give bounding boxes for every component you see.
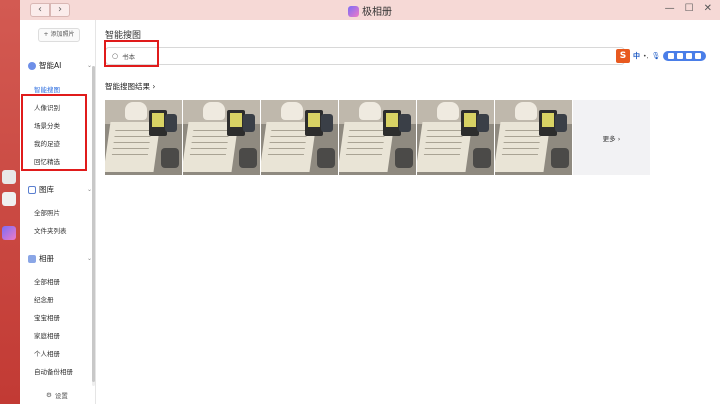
sidebar: + 添加照片 智能AI ⌄ 智能搜图 人像识别 场景分类 我的足迹 回忆精选 图… [20, 20, 96, 404]
section-gallery[interactable]: 图库 ⌄ [28, 184, 92, 195]
sidebar-scrollbar-thumb[interactable] [92, 66, 95, 382]
album-icon [28, 254, 36, 263]
sidebar-item-folders[interactable]: 文件夹列表 [34, 225, 67, 235]
section-title: 相册 [39, 254, 54, 263]
sidebar-item-baby[interactable]: 宝宝相册 [34, 312, 60, 322]
annotation-box-search [104, 40, 159, 67]
ime-toolbar: S 中 •, 🎙 [616, 47, 716, 65]
more-results-button[interactable]: 更多 › [573, 100, 650, 175]
results-title[interactable]: 智能搜图结果 › [105, 81, 155, 92]
ai-search-icon [28, 61, 36, 70]
main-content: 智能搜图 ○ S 中 •, 🎙 智能搜图结果 › [96, 20, 720, 404]
ime-mode[interactable]: 中 [633, 51, 640, 61]
sogou-ime-icon[interactable]: S [616, 49, 630, 63]
sidebar-item-all-photos[interactable]: 全部照片 [34, 207, 60, 217]
desktop-app-icon[interactable] [2, 192, 16, 206]
watermark: 值 什么值得买 [556, 368, 640, 388]
microphone-icon[interactable]: 🎙 [651, 52, 660, 60]
section-smart-ai[interactable]: 智能AI ⌄ [28, 60, 92, 71]
maximize-icon[interactable]: ☐ [685, 3, 694, 14]
title-bar: ‹ › 极相册 — ☐ ✕ [20, 0, 720, 20]
add-photo-button[interactable]: + 添加照片 [38, 28, 80, 42]
section-title: 智能AI [39, 61, 62, 70]
photo-thumbnail[interactable] [105, 100, 182, 175]
keyboard-icon[interactable] [668, 53, 675, 59]
window-controls: — ☐ ✕ [665, 3, 712, 14]
desktop-strip [0, 0, 20, 404]
gear-icon: ⚙ [46, 391, 52, 399]
search-box[interactable]: ○ [105, 47, 625, 65]
settings-label: 设置 [54, 392, 68, 400]
skin-icon[interactable] [677, 53, 684, 59]
app-title: 极相册 [20, 3, 720, 18]
sidebar-item-memorial[interactable]: 纪念册 [34, 294, 54, 304]
close-icon[interactable]: ✕ [704, 3, 712, 14]
photo-thumbnail[interactable] [417, 100, 494, 175]
photo-thumbnail[interactable] [339, 100, 416, 175]
toolbox-icon[interactable] [686, 53, 693, 59]
section-title: 图库 [39, 185, 54, 194]
sidebar-item-auto-backup[interactable]: 自动备份相册 [34, 366, 73, 376]
app-title-text: 极相册 [362, 7, 392, 18]
sidebar-item-family[interactable]: 家庭相册 [34, 330, 60, 340]
grid-icon[interactable] [695, 53, 702, 59]
sidebar-item-all-albums[interactable]: 全部相册 [34, 276, 60, 286]
photo-app-icon[interactable] [2, 226, 16, 240]
watermark-text: 什么值得买 [580, 371, 641, 386]
sidebar-item-smart-search[interactable]: 智能搜图 [34, 84, 60, 94]
photo-thumbnail[interactable] [495, 100, 572, 175]
desktop-app-icon[interactable] [2, 170, 16, 184]
gallery-icon [28, 185, 36, 194]
watermark-logo: 值 [556, 368, 576, 388]
results-grid: 更多 › [105, 100, 650, 175]
app-logo-icon [348, 6, 359, 17]
section-albums[interactable]: 相册 ⌄ [28, 253, 92, 264]
photo-thumbnail[interactable] [261, 100, 338, 175]
annotation-box-sidebar [21, 94, 87, 171]
photo-thumbnail[interactable] [183, 100, 260, 175]
minimize-icon[interactable]: — [665, 3, 675, 14]
ime-tools[interactable] [663, 51, 707, 61]
ime-punct[interactable]: •, [643, 53, 648, 60]
settings-button[interactable]: ⚙ 设置 [46, 390, 68, 400]
sidebar-item-personal[interactable]: 个人相册 [34, 348, 60, 358]
